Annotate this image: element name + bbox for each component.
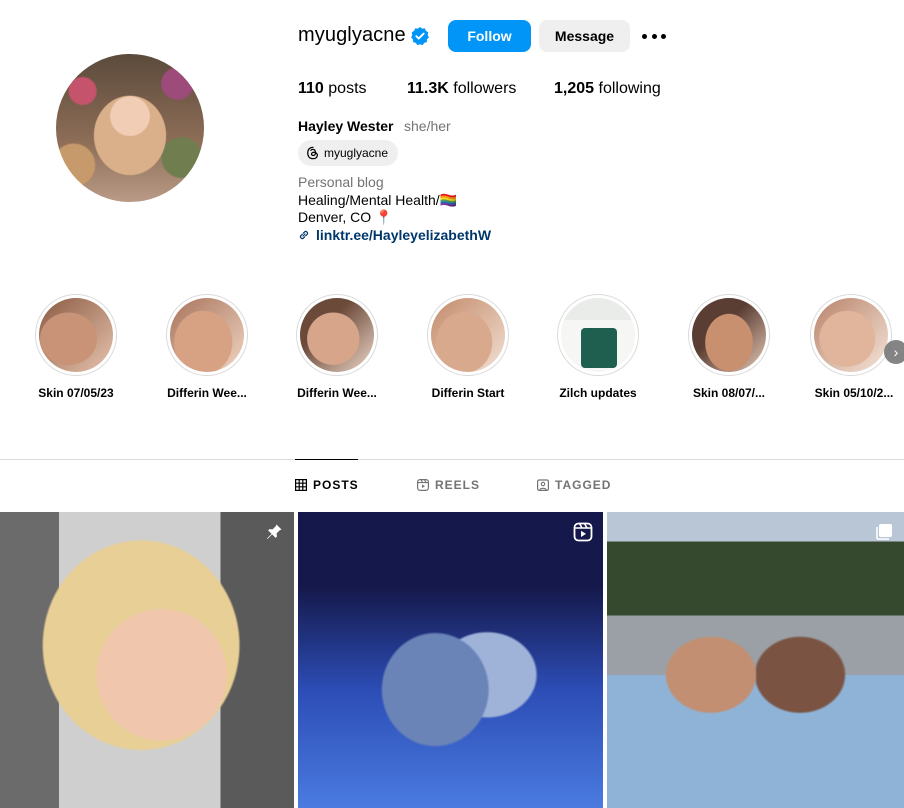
tagged-icon (537, 479, 549, 491)
more-options-icon[interactable] (642, 26, 666, 46)
following-count-value: 1,205 (554, 80, 595, 97)
threads-handle: myuglyacne (324, 146, 389, 160)
following-link[interactable]: 1,205 following (554, 80, 661, 98)
tab-reels-label: REELS (435, 478, 481, 492)
profile-pronouns: she/her (404, 118, 451, 134)
highlight-ring (35, 294, 117, 376)
profile-username: myuglyacne (298, 24, 406, 46)
pin-icon (267, 524, 282, 539)
tabs-divider (0, 459, 904, 460)
highlights-next-icon[interactable]: › (884, 340, 904, 364)
highlight-label: Skin 08/07/... (692, 386, 766, 400)
profile-category: Personal blog (298, 174, 384, 190)
highlight-item[interactable]: Zilch updates (548, 294, 648, 400)
posts-count: 110 posts (298, 80, 367, 98)
profile-avatar[interactable] (56, 54, 204, 202)
grid-icon (295, 479, 307, 491)
tab-tagged-label: TAGGED (555, 478, 612, 492)
highlight-ring (296, 294, 378, 376)
followers-link[interactable]: 11.3K followers (407, 80, 516, 98)
followers-count-value: 11.3K (407, 80, 449, 97)
profile-link-text: linktr.ee/HayleyelizabethW (316, 227, 492, 243)
reel-icon (573, 522, 593, 542)
link-icon (299, 230, 309, 240)
tab-reels[interactable]: REELS (417, 478, 480, 492)
threads-link[interactable]: myuglyacne (298, 140, 399, 166)
posts-count-value: 110 (298, 80, 324, 97)
highlight-ring (166, 294, 248, 376)
highlight-label: Differin Wee... (167, 386, 247, 400)
highlight-label: Zilch updates (559, 386, 637, 400)
profile-external-link[interactable]: linktr.ee/HayleyelizabethW (298, 227, 491, 243)
highlight-cover (692, 298, 766, 372)
highlight-cover (431, 298, 505, 372)
tab-posts[interactable]: POSTS (295, 478, 359, 492)
highlight-label: Skin 07/05/23 (38, 386, 114, 400)
post-thumbnail[interactable] (298, 512, 603, 808)
threads-icon (307, 146, 318, 160)
highlight-label: Differin Start (431, 386, 505, 400)
highlight-item[interactable]: Differin Wee... (157, 294, 257, 400)
following-count-label: following (598, 80, 661, 97)
post-thumbnail[interactable] (607, 512, 904, 808)
highlight-label: Differin Wee... (297, 386, 377, 400)
profile-full-name: Hayley Wester (298, 118, 394, 134)
tab-posts-label: POSTS (313, 478, 359, 492)
post-thumbnail[interactable] (0, 512, 294, 808)
message-button[interactable]: Message (539, 20, 630, 52)
highlight-ring (688, 294, 770, 376)
highlight-item[interactable]: Differin Wee... (287, 294, 387, 400)
highlight-item[interactable]: Differin Start (418, 294, 518, 400)
highlight-ring (427, 294, 509, 376)
bio-line-1: Healing/Mental Health/🏳️‍🌈 (298, 192, 458, 208)
tab-tagged[interactable]: TAGGED (537, 478, 611, 492)
highlight-cover (300, 298, 374, 372)
reels-icon (417, 479, 429, 491)
highlight-ring (810, 294, 892, 376)
verified-badge-icon (411, 27, 429, 46)
highlight-item[interactable]: Skin 08/07/... (679, 294, 779, 400)
active-tab-indicator (295, 459, 358, 460)
highlight-cover (39, 298, 113, 372)
posts-count-label: posts (328, 80, 367, 97)
highlight-cover (170, 298, 244, 372)
carousel-icon (876, 524, 892, 540)
follow-button[interactable]: Follow (448, 20, 531, 52)
highlight-item[interactable]: Skin 07/05/23 (26, 294, 126, 400)
highlight-ring (557, 294, 639, 376)
highlight-cover (561, 298, 635, 372)
followers-count-label: followers (453, 80, 517, 97)
highlight-label: Skin 05/10/2... (814, 386, 894, 400)
highlight-cover (814, 298, 888, 372)
bio-line-2: Denver, CO 📍 (298, 209, 393, 225)
